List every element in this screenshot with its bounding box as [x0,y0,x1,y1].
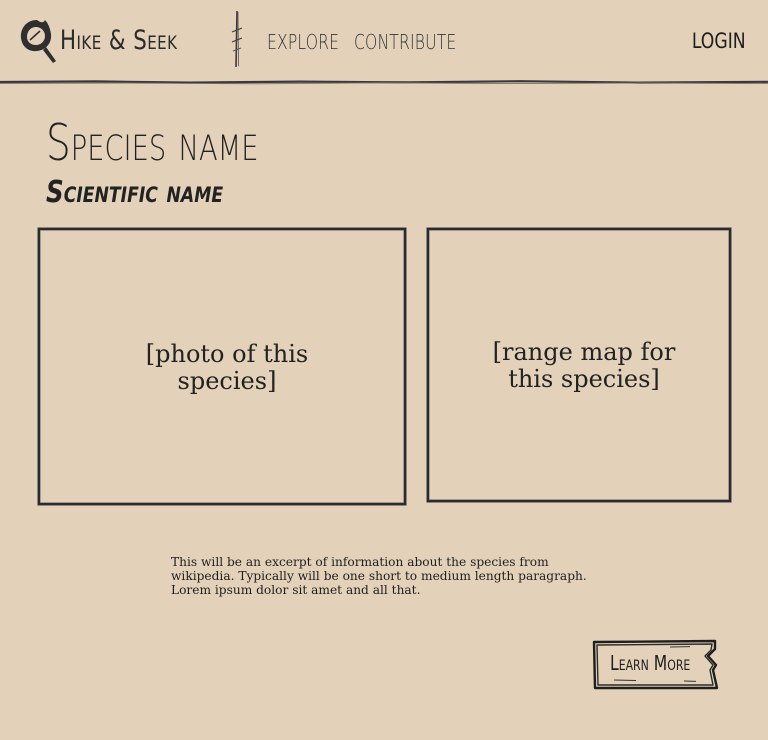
login-link[interactable]: LOGIN [692,29,746,53]
site-header: Hike & Seek EXPLORE CONTRIBUTE LOGIN [0,0,768,85]
species-range-map: [range map for this species] [427,228,731,502]
species-photo: [photo of this species] [38,228,406,505]
range-map-placeholder-text: [range map for this species] [492,338,676,393]
learn-more-label: Learn More [610,651,691,675]
nav-contribute-link[interactable]: CONTRIBUTE [354,30,456,54]
brand-logo[interactable]: Hike & Seek [18,16,193,66]
brand-name: Hike & Seek [60,24,178,56]
species-name-heading: Species name [46,114,259,172]
species-excerpt: This will be an excerpt of information a… [171,555,587,597]
scientific-name-heading: Scientific name [46,175,224,210]
photo-placeholder-text: [photo of this species] [145,339,309,395]
header-divider [231,10,243,68]
magnifier-leaf-icon [20,20,56,63]
nav-explore-link[interactable]: EXPLORE [267,30,339,54]
learn-more-button[interactable]: Learn More [592,638,720,692]
header-divider-line [0,80,768,85]
